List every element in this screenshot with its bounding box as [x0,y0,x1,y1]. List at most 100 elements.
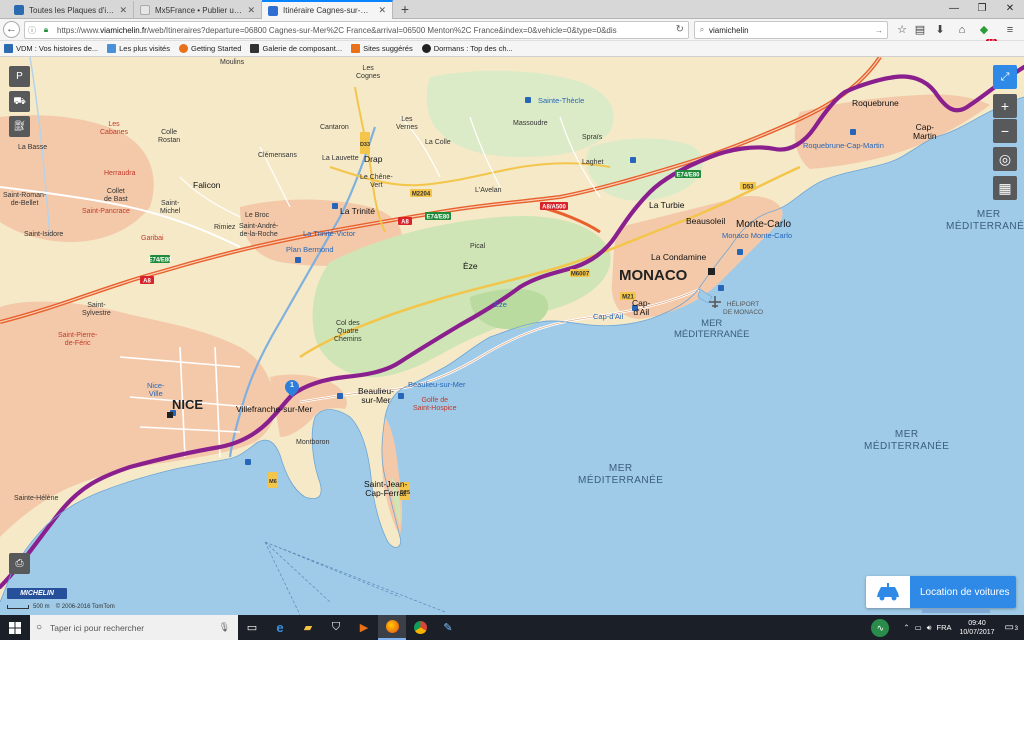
label-le-broc: Le Broc [245,212,270,219]
file-explorer-app[interactable]: ▰ [294,615,322,640]
label-saint-sylvestre: Saint- Sylvestre [82,302,111,317]
clock[interactable]: 09:40 10/07/2017 [960,619,995,637]
label-sainte-thecle: Sainte-Thècle [538,96,585,105]
label-nice-ville: Nice- Ville [147,381,165,398]
bookmark-most-visited[interactable]: Les plus visités [107,44,170,53]
bookmark-galerie[interactable]: Galerie de composant... [250,44,342,53]
zoom-out-button[interactable]: − [993,119,1017,143]
store-app[interactable]: ⛉ [322,615,350,640]
label-mer-3: MER MÉDITERRANÉE [864,429,950,452]
navigation-bar: ← ⓘ 🔒︎ https://www.viamichelin.fr/web/It… [0,19,1024,47]
bookmark-vdm[interactable]: VDM : Vos histoires de... [4,44,98,53]
print-button[interactable]: ⎙ [9,553,30,574]
reload-icon[interactable]: ↻ [676,24,684,35]
label-la-turbie: La Turbie [649,200,685,210]
svg-text:E74/E80: E74/E80 [148,258,172,264]
copyright-text: © 2006-2016 TomTom [55,604,115,610]
route-map[interactable]: A8 E74/E80 A8 E74/E80 A8/A500 E74/E80 M6… [0,57,1024,615]
svg-text:M6007: M6007 [571,272,590,278]
zoom-in-button[interactable]: + [993,94,1017,118]
label-la-lauvette: La Lauvette [322,155,359,162]
paint-app[interactable]: ✎ [434,615,462,640]
new-tab-button[interactable]: + [398,1,412,18]
microphone-icon[interactable]: 🎙︎ [219,622,230,633]
bookmark-label: Dormans : Top des ch... [433,44,513,53]
close-tab-icon[interactable]: ✕ [247,5,255,16]
close-window-button[interactable]: ✕ [996,0,1024,17]
label-saint-pancrace: Saint-Pancrace [82,208,130,215]
language-indicator[interactable]: FRA [937,623,952,632]
search-text: viamichelin [709,25,749,35]
svg-text:M6: M6 [269,479,277,485]
suggested-sites-icon [351,44,361,53]
scale-label: 500 m [33,604,50,610]
menu-icon[interactable]: ≡ [1002,22,1018,38]
tab-title: Itinéraire Cagnes-sur-Mer - M [283,6,375,15]
edge-app[interactable]: e [266,615,294,640]
label-les-cabanes: Les Cabanes [100,121,129,136]
minimize-button[interactable]: — [940,0,968,17]
fuel-icon: ⛽︎ [13,121,26,132]
search-go-icon[interactable]: → [875,26,883,35]
extension-icon[interactable]: ◆ [976,22,992,38]
label-mer-1: MER MÉDITERRANÉE [946,209,1024,232]
label-la-condamine: La Condamine [651,252,707,262]
downloads-icon[interactable]: ⬇ [932,22,948,38]
network-icon[interactable]: ▭ [915,623,922,632]
bookmark-star-icon[interactable]: ☆ [894,22,910,38]
tab-itineraire[interactable]: Itinéraire Cagnes-sur-Mer - M ✕ [262,0,393,19]
label-sainte-helene: Sainte-Hélène [14,495,59,502]
search-icon: ⌕ [699,25,705,34]
car-rental-label: Location de voitures [920,586,1010,598]
label-montboron: Montboron [296,439,330,446]
tray-chevron-icon[interactable]: ⌃ [903,623,909,632]
fullscreen-button[interactable]: ⤢ [993,65,1017,89]
svg-text:D33: D33 [360,142,370,148]
label-heliport: HÉLIPORT DE MONACO [723,301,764,316]
tab-mx5france[interactable]: Mx5France • Publier une réponse ✕ [134,1,262,19]
action-center-icon[interactable]: ▭ 3 [1005,622,1018,633]
fuel-button[interactable]: ⛽︎ [9,116,30,137]
info-icon[interactable]: ⓘ [25,25,39,36]
bookmark-suggested[interactable]: Sites suggérés [351,44,413,53]
label-mer-2: MER MÉDITERRANÉE [674,318,750,340]
url-bar[interactable]: ⓘ 🔒︎ https://www.viamichelin.fr/web/Itin… [24,21,689,39]
label-garibai: Garibai [141,235,164,242]
nice-city-dot [167,412,173,418]
road-badge-d51: M6 [268,472,278,488]
task-view-button[interactable]: ▭ [238,615,266,640]
road-badge-e74: E74/E80 [425,212,451,221]
route-start-marker[interactable]: 1 [282,377,302,399]
reading-list-icon[interactable]: ▤ [912,22,928,38]
label-cap-dail: Cap- d'Ail [632,298,651,317]
map-layers-button[interactable]: ▦ [993,176,1017,200]
locate-button[interactable]: ◎ [993,147,1017,171]
tab-plaques[interactable]: Toutes les Plaques d'immatri ✕ [8,1,134,19]
bookmark-getting-started[interactable]: Getting Started [178,44,242,53]
volume-icon[interactable]: 🔊︎ [927,623,932,633]
search-bar[interactable]: ⌕ viamichelin → [694,21,888,39]
media-app[interactable]: ▶ [350,615,378,640]
restore-button[interactable]: ❐ [968,0,996,17]
folder-icon: ▰ [303,622,313,634]
health-monitor-icon[interactable]: ∿ [871,618,890,637]
close-tab-icon[interactable]: ✕ [119,5,127,16]
viamichelin-favicon-icon [268,5,278,16]
parking-button[interactable]: P [9,66,30,87]
chrome-app[interactable] [406,615,434,640]
home-icon[interactable]: ⌂ [954,22,970,38]
label-laghet: Laghet [582,159,604,166]
start-button[interactable] [0,615,30,640]
label-rimiez: Rimiez [214,224,236,231]
edge-icon: e [276,620,284,635]
bookmark-label: Getting Started [190,44,242,53]
close-tab-icon[interactable]: ✕ [378,5,386,16]
traffic-button[interactable]: ⛟ [9,91,30,112]
bookmark-dormans[interactable]: Dormans : Top des ch... [421,44,513,53]
car-rental-button[interactable]: Location de voitures [866,576,1016,608]
firefox-app[interactable] [378,615,406,640]
taskbar-search-input[interactable]: ○ Taper ici pour rechercher 🎙︎ [30,615,238,640]
back-button[interactable]: ← [3,21,20,38]
label-plan-bermond: Plan Bermond [286,245,334,254]
label-cap-dail-station: Cap-d'Ail [593,312,624,321]
